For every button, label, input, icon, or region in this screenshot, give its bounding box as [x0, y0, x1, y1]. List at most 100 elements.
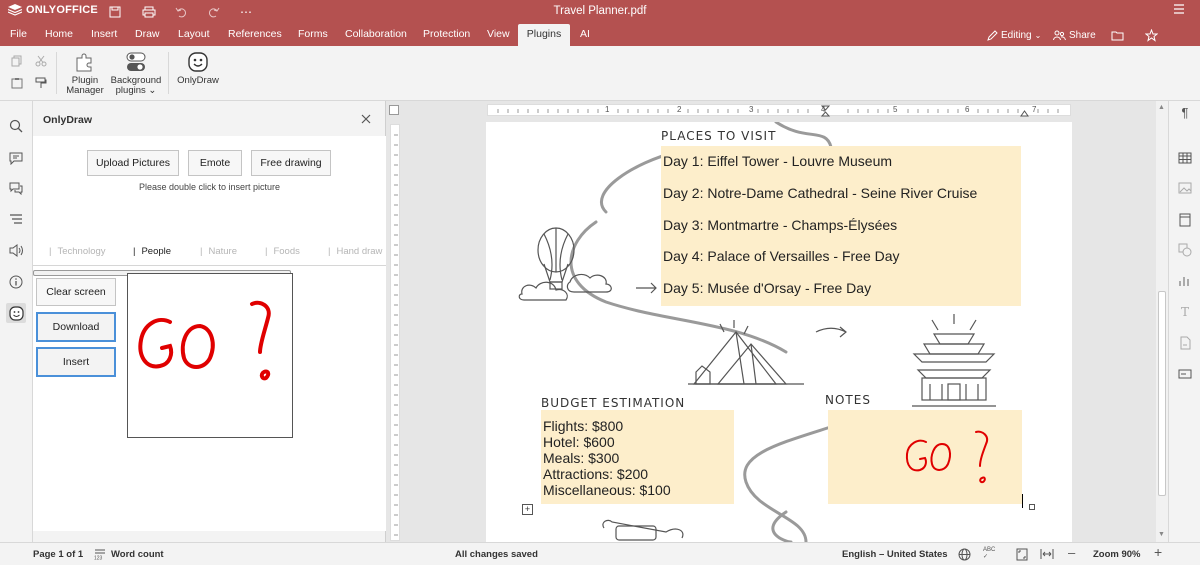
- zoom-level[interactable]: Zoom 90%: [1093, 549, 1141, 560]
- onlyoffice-logo-icon: [8, 4, 22, 16]
- print-icon[interactable]: [140, 3, 158, 21]
- table-settings-icon[interactable]: [1176, 149, 1194, 167]
- paste-icon[interactable]: [9, 75, 25, 91]
- onlydraw-plugin-button[interactable]: OnlyDraw: [175, 50, 221, 86]
- header-footer-icon[interactable]: [1176, 211, 1194, 229]
- globe-icon[interactable]: [958, 548, 971, 564]
- zoom-out-icon[interactable]: –: [1068, 545, 1075, 560]
- open-location-icon[interactable]: [1111, 24, 1124, 46]
- tab-ai[interactable]: AI: [580, 24, 590, 46]
- copy-icon[interactable]: [9, 53, 25, 69]
- left-sidebar: [0, 101, 33, 542]
- hamburger-menu-icon[interactable]: [1172, 3, 1190, 21]
- toolbar-separator: [168, 52, 169, 94]
- signature-icon[interactable]: [1176, 334, 1194, 352]
- resize-handle[interactable]: [1029, 504, 1035, 510]
- tab-plugins[interactable]: Plugins: [518, 24, 570, 46]
- navigation-icon[interactable]: [6, 209, 26, 229]
- comments-icon[interactable]: [6, 148, 26, 168]
- emote-button[interactable]: Emote: [188, 150, 242, 176]
- horizontal-ruler[interactable]: 1 2 3 4 5 6 7: [487, 104, 1071, 117]
- vertical-scrollbar[interactable]: ▲ ▼: [1156, 101, 1168, 542]
- tab-view[interactable]: View: [487, 24, 510, 46]
- category-technology-label: Technology: [57, 246, 106, 257]
- zoom-in-icon[interactable]: +: [1154, 544, 1162, 560]
- scroll-up-icon[interactable]: ▲: [1158, 104, 1165, 111]
- scrollbar-thumb[interactable]: [1158, 291, 1166, 496]
- more-label: ⋯: [240, 5, 252, 19]
- drawing-canvas[interactable]: [127, 273, 293, 438]
- budget-attractions: Attractions: $200: [543, 466, 649, 482]
- category-hand-draw[interactable]: | Hand draw: [328, 246, 386, 257]
- tab-home[interactable]: Home: [45, 24, 73, 46]
- document-page[interactable]: PLACES TO VISIT Day 1: Eiffel Tower - Lo…: [486, 122, 1072, 542]
- scroll-down-icon[interactable]: ▼: [1158, 531, 1165, 538]
- notes-box[interactable]: [828, 410, 1022, 504]
- fit-page-icon[interactable]: [1016, 548, 1028, 564]
- onlydraw-label: OnlyDraw: [177, 75, 219, 86]
- tab-protection[interactable]: Protection: [423, 24, 470, 46]
- tab-layout[interactable]: Layout: [178, 24, 210, 46]
- share-button[interactable]: Share: [1053, 24, 1096, 46]
- tab-references[interactable]: References: [228, 24, 282, 46]
- word-count-button[interactable]: Word count: [111, 549, 164, 560]
- tab-collaboration[interactable]: Collaboration: [345, 24, 407, 46]
- close-icon[interactable]: [359, 112, 373, 126]
- tab-stop-selector[interactable]: [389, 105, 399, 115]
- info-icon[interactable]: [6, 272, 26, 292]
- upload-pictures-button[interactable]: Upload Pictures: [87, 150, 179, 176]
- tab-file[interactable]: File: [10, 24, 27, 46]
- chevron-down-icon: ⌄: [1034, 30, 1042, 40]
- onlydraw-sidebar-icon[interactable]: [6, 303, 26, 323]
- free-drawing-button[interactable]: Free drawing: [251, 150, 331, 176]
- tab-insert[interactable]: Insert: [91, 24, 117, 46]
- chart-settings-icon[interactable]: [1176, 272, 1194, 290]
- save-status: All changes saved: [455, 549, 538, 560]
- save-icon[interactable]: [106, 3, 124, 21]
- tab-draw[interactable]: Draw: [135, 24, 160, 46]
- category-nature[interactable]: | Nature: [200, 246, 237, 257]
- undo-icon[interactable]: [172, 3, 190, 21]
- table-move-handle-icon[interactable]: +: [522, 504, 533, 515]
- svg-text:123: 123: [94, 556, 103, 561]
- more-icon[interactable]: ⋯: [237, 3, 255, 21]
- toolbar: Plugin Manager Background plugins ⌄ Only…: [0, 46, 1200, 101]
- favorite-star-icon[interactable]: [1145, 24, 1158, 46]
- insert-button[interactable]: Insert: [36, 347, 116, 377]
- cut-icon[interactable]: [33, 53, 49, 69]
- speaker-icon[interactable]: [6, 240, 26, 260]
- search-icon[interactable]: [6, 116, 26, 136]
- editing-mode-button[interactable]: Editing ⌄: [987, 24, 1041, 46]
- places-section-title: PLACES TO VISIT: [661, 129, 777, 143]
- places-note-box[interactable]: Day 1: Eiffel Tower - Louvre Museum Day …: [661, 146, 1021, 306]
- plugin-manager-button[interactable]: Plugin Manager: [64, 50, 106, 96]
- category-foods[interactable]: | Foods: [265, 246, 300, 257]
- chat-icon[interactable]: [6, 178, 26, 198]
- vertical-ruler[interactable]: [390, 124, 400, 541]
- spellcheck-icon[interactable]: ABC ✓: [983, 547, 995, 560]
- format-painter-icon[interactable]: [33, 75, 49, 91]
- plugin-manager-label-2: Manager: [66, 85, 104, 96]
- clear-screen-button[interactable]: Clear screen: [36, 278, 116, 306]
- fit-width-icon[interactable]: [1040, 548, 1054, 563]
- text-art-icon[interactable]: T: [1176, 303, 1194, 321]
- ruler-number: 5: [893, 105, 898, 114]
- form-settings-icon[interactable]: [1176, 365, 1194, 383]
- paragraph-settings-icon[interactable]: ¶: [1176, 103, 1194, 121]
- category-people-label: People: [141, 246, 172, 257]
- tab-forms[interactable]: Forms: [298, 24, 328, 46]
- ruler-ticks: [394, 134, 398, 536]
- language-selector[interactable]: English – United States: [842, 549, 948, 560]
- inserted-go-drawing[interactable]: [828, 410, 1022, 504]
- divider: [33, 265, 386, 266]
- budget-note-box[interactable]: Flights: $800 Hotel: $600 Meals: $300 At…: [541, 410, 734, 504]
- itinerary-day-1: Day 1: Eiffel Tower - Louvre Museum: [663, 153, 893, 169]
- download-button[interactable]: Download: [36, 312, 116, 342]
- redo-icon[interactable]: [205, 3, 223, 21]
- shape-settings-icon[interactable]: [1176, 241, 1194, 259]
- page-indicator[interactable]: Page 1 of 1: [33, 549, 83, 560]
- category-people[interactable]: | People: [133, 246, 171, 257]
- category-technology[interactable]: | Technology: [49, 246, 106, 257]
- background-plugins-button[interactable]: Background plugins ⌄: [108, 50, 164, 96]
- image-settings-icon[interactable]: [1176, 179, 1194, 197]
